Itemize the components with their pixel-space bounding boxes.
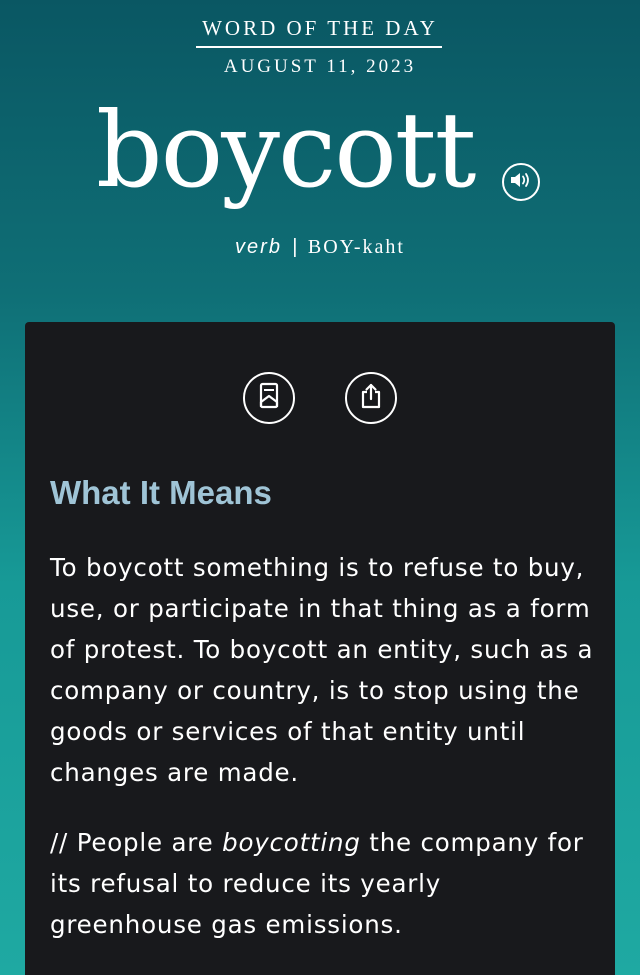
example-prefix: // People are [50, 828, 223, 857]
pronunciation-audio-button[interactable] [502, 163, 540, 201]
bookmark-icon [257, 382, 281, 414]
title-underline [196, 46, 442, 48]
word-of-the-day-title: WORD OF THE DAY [202, 16, 438, 40]
date-label: AUGUST 11, 2023 [223, 56, 417, 77]
featured-word: boycott [96, 89, 476, 211]
pronunciation-line: verb | BOY-kaht [0, 234, 640, 259]
speaker-icon [509, 170, 533, 194]
separator: | [292, 236, 298, 258]
section-heading: What It Means [50, 474, 272, 511]
part-of-speech: verb [235, 236, 282, 258]
share-button[interactable] [345, 372, 397, 424]
example-emphasis: boycotting [222, 828, 361, 857]
definition-text: To boycott something is to refuse to buy… [50, 553, 594, 787]
share-icon [359, 382, 383, 414]
bookmark-button[interactable] [243, 372, 295, 424]
example-sentence: // People are boycotting the company for… [50, 822, 598, 945]
pronunciation: BOY-kaht [307, 236, 405, 258]
definition-card: What It Means To boycott something is to… [25, 322, 615, 975]
word-header: WORD OF THE DAY AUGUST 11, 2023 boycott … [0, 0, 640, 320]
